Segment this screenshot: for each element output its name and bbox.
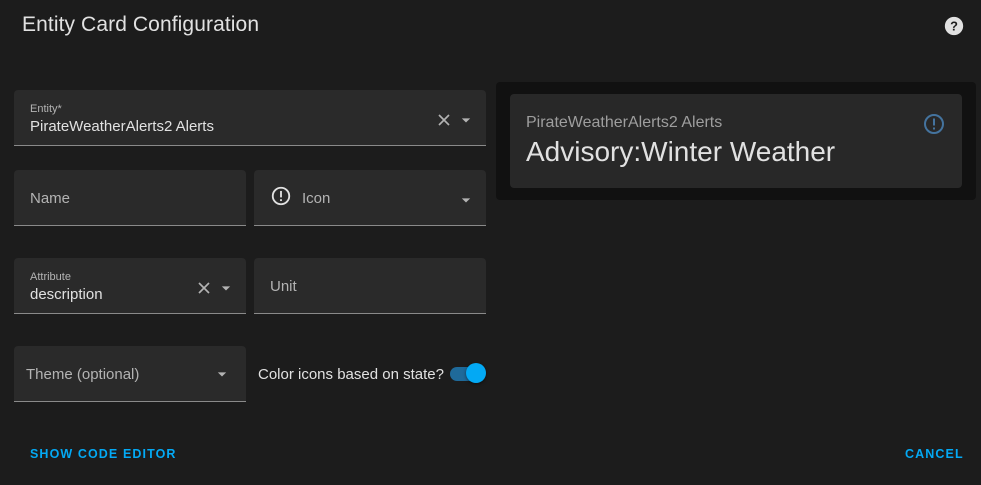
- help-circle-icon[interactable]: ?: [943, 15, 965, 37]
- alert-circle-outline-icon: [924, 114, 944, 134]
- svg-text:?: ?: [950, 19, 958, 34]
- attribute-picker[interactable]: Attribute description: [14, 258, 246, 314]
- clear-icon[interactable]: [434, 110, 454, 130]
- chevron-down-icon[interactable]: [456, 110, 476, 130]
- theme-placeholder: Theme (optional): [26, 366, 140, 383]
- alert-circle-outline-icon: [271, 186, 291, 206]
- color-icons-label: Color icons based on state?: [258, 366, 444, 383]
- chevron-down-icon[interactable]: [456, 190, 476, 210]
- name-field[interactable]: Name: [14, 170, 246, 226]
- clear-icon[interactable]: [194, 278, 214, 298]
- card-entity-name: PirateWeatherAlerts2 Alerts: [526, 114, 723, 131]
- entity-value[interactable]: PirateWeatherAlerts2 Alerts: [30, 118, 214, 135]
- color-icons-toggle-row: Color icons based on state?: [258, 359, 488, 389]
- icon-placeholder: Icon: [302, 190, 331, 207]
- icon-picker[interactable]: Icon: [254, 170, 486, 226]
- attribute-value[interactable]: description: [30, 286, 103, 303]
- entity-picker[interactable]: Entity* PirateWeatherAlerts2 Alerts: [14, 90, 486, 146]
- show-code-editor-button[interactable]: SHOW CODE EDITOR: [30, 447, 177, 461]
- unit-placeholder: Unit: [270, 278, 297, 295]
- card-entity-state: Advisory:Winter Weather: [526, 136, 836, 167]
- unit-field[interactable]: Unit: [254, 258, 486, 314]
- entity-card[interactable]: PirateWeatherAlerts2 Alerts Advisory:Win…: [510, 94, 962, 188]
- entity-label: Entity*: [30, 103, 62, 115]
- toggle-thumb[interactable]: [466, 363, 486, 383]
- chevron-down-icon[interactable]: [216, 278, 236, 298]
- name-placeholder: Name: [30, 190, 71, 207]
- chevron-down-icon[interactable]: [212, 364, 232, 384]
- attribute-label: Attribute: [30, 271, 71, 283]
- theme-select[interactable]: Theme (optional): [14, 346, 246, 402]
- cancel-button[interactable]: CANCEL: [905, 447, 964, 461]
- dialog-title: Entity Card Configuration: [22, 13, 260, 36]
